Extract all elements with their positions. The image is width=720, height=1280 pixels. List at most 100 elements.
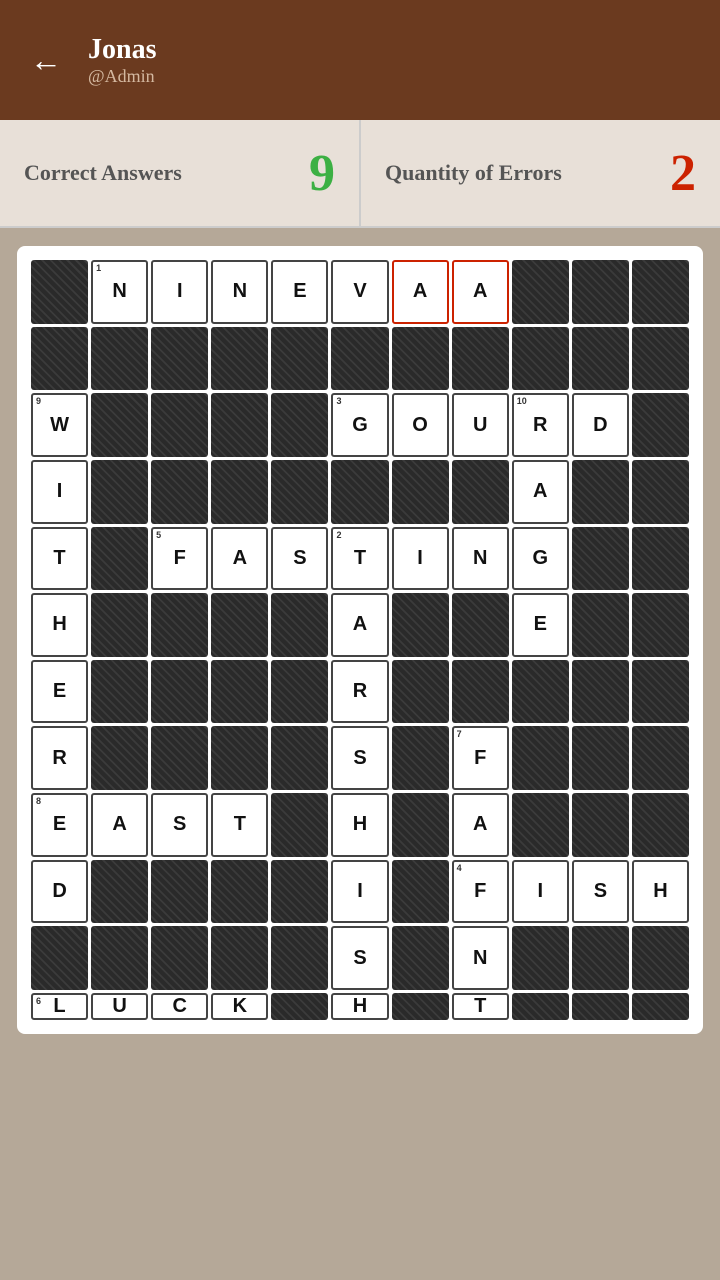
grid-cell[interactable]	[512, 726, 569, 790]
grid-cell[interactable]	[91, 527, 148, 591]
grid-cell[interactable]	[392, 327, 449, 391]
grid-cell[interactable]: T	[211, 793, 268, 857]
grid-cell[interactable]: 5F	[151, 527, 208, 591]
grid-cell[interactable]	[91, 393, 148, 457]
grid-cell[interactable]: E	[271, 260, 328, 324]
grid-cell[interactable]	[151, 926, 208, 990]
grid-cell[interactable]	[572, 660, 629, 724]
grid-cell[interactable]	[211, 327, 268, 391]
grid-cell[interactable]	[151, 327, 208, 391]
grid-cell[interactable]	[211, 393, 268, 457]
grid-cell[interactable]	[91, 926, 148, 990]
grid-cell[interactable]: A	[211, 527, 268, 591]
grid-cell[interactable]	[392, 593, 449, 657]
grid-cell[interactable]	[572, 527, 629, 591]
grid-cell[interactable]	[211, 660, 268, 724]
grid-cell[interactable]	[271, 993, 328, 1020]
grid-cell[interactable]: D	[572, 393, 629, 457]
grid-cell[interactable]	[512, 260, 569, 324]
grid-cell[interactable]	[211, 460, 268, 524]
grid-cell[interactable]: I	[31, 460, 88, 524]
grid-cell[interactable]	[151, 593, 208, 657]
grid-cell[interactable]: H	[31, 593, 88, 657]
grid-cell[interactable]	[271, 860, 328, 924]
grid-cell[interactable]: N	[211, 260, 268, 324]
grid-cell[interactable]	[572, 460, 629, 524]
grid-cell[interactable]: 9W	[31, 393, 88, 457]
grid-cell[interactable]	[512, 926, 569, 990]
grid-cell[interactable]	[392, 860, 449, 924]
grid-cell[interactable]: 3G	[331, 393, 388, 457]
grid-cell[interactable]	[91, 327, 148, 391]
grid-cell[interactable]	[271, 593, 328, 657]
grid-cell[interactable]	[512, 993, 569, 1020]
back-button[interactable]: ←	[24, 42, 68, 79]
grid-cell[interactable]: A	[91, 793, 148, 857]
grid-cell[interactable]	[512, 327, 569, 391]
grid-cell[interactable]	[392, 926, 449, 990]
grid-cell[interactable]	[572, 993, 629, 1020]
grid-cell[interactable]	[91, 726, 148, 790]
grid-cell[interactable]: I	[512, 860, 569, 924]
grid-cell[interactable]: S	[271, 527, 328, 591]
grid-cell[interactable]: S	[151, 793, 208, 857]
grid-cell[interactable]	[452, 327, 509, 391]
grid-cell[interactable]	[31, 926, 88, 990]
grid-cell[interactable]: H	[331, 793, 388, 857]
grid-cell[interactable]	[91, 660, 148, 724]
grid-cell[interactable]	[271, 393, 328, 457]
grid-cell[interactable]	[572, 926, 629, 990]
grid-cell[interactable]: V	[331, 260, 388, 324]
grid-cell[interactable]	[271, 926, 328, 990]
grid-cell[interactable]	[632, 726, 689, 790]
grid-cell[interactable]: 8E	[31, 793, 88, 857]
grid-cell[interactable]	[452, 593, 509, 657]
grid-cell[interactable]: I	[331, 860, 388, 924]
grid-cell[interactable]: I	[392, 527, 449, 591]
grid-cell[interactable]	[271, 726, 328, 790]
grid-cell[interactable]	[331, 327, 388, 391]
grid-cell[interactable]	[331, 460, 388, 524]
grid-cell[interactable]	[271, 660, 328, 724]
grid-cell[interactable]: T	[452, 993, 509, 1020]
grid-cell[interactable]: S	[572, 860, 629, 924]
grid-cell[interactable]	[151, 660, 208, 724]
grid-cell[interactable]: 10R	[512, 393, 569, 457]
grid-cell[interactable]	[211, 860, 268, 924]
grid-cell[interactable]	[632, 260, 689, 324]
grid-cell[interactable]	[632, 793, 689, 857]
grid-cell[interactable]	[151, 460, 208, 524]
grid-cell[interactable]: A	[452, 260, 509, 324]
grid-cell[interactable]: I	[151, 260, 208, 324]
grid-cell[interactable]: D	[31, 860, 88, 924]
grid-cell[interactable]	[91, 460, 148, 524]
grid-cell[interactable]: O	[392, 393, 449, 457]
grid-cell[interactable]	[392, 660, 449, 724]
grid-cell[interactable]: 4F	[452, 860, 509, 924]
grid-cell[interactable]: E	[31, 660, 88, 724]
grid-cell[interactable]: A	[392, 260, 449, 324]
grid-cell[interactable]	[392, 793, 449, 857]
grid-cell[interactable]	[211, 726, 268, 790]
grid-cell[interactable]	[512, 660, 569, 724]
grid-cell[interactable]	[632, 993, 689, 1020]
grid-cell[interactable]	[392, 726, 449, 790]
grid-cell[interactable]	[31, 260, 88, 324]
grid-cell[interactable]: K	[211, 993, 268, 1020]
grid-cell[interactable]: A	[331, 593, 388, 657]
grid-cell[interactable]	[452, 460, 509, 524]
grid-cell[interactable]	[632, 660, 689, 724]
grid-cell[interactable]	[572, 327, 629, 391]
grid-cell[interactable]: G	[512, 527, 569, 591]
grid-cell[interactable]: 2T	[331, 527, 388, 591]
grid-cell[interactable]: H	[632, 860, 689, 924]
grid-cell[interactable]: U	[91, 993, 148, 1020]
grid-cell[interactable]: A	[512, 460, 569, 524]
grid-cell[interactable]: T	[31, 527, 88, 591]
grid-cell[interactable]: N	[452, 926, 509, 990]
grid-cell[interactable]: R	[331, 660, 388, 724]
grid-cell[interactable]: C	[151, 993, 208, 1020]
grid-cell[interactable]: 1N	[91, 260, 148, 324]
grid-cell[interactable]	[91, 593, 148, 657]
grid-cell[interactable]	[572, 793, 629, 857]
